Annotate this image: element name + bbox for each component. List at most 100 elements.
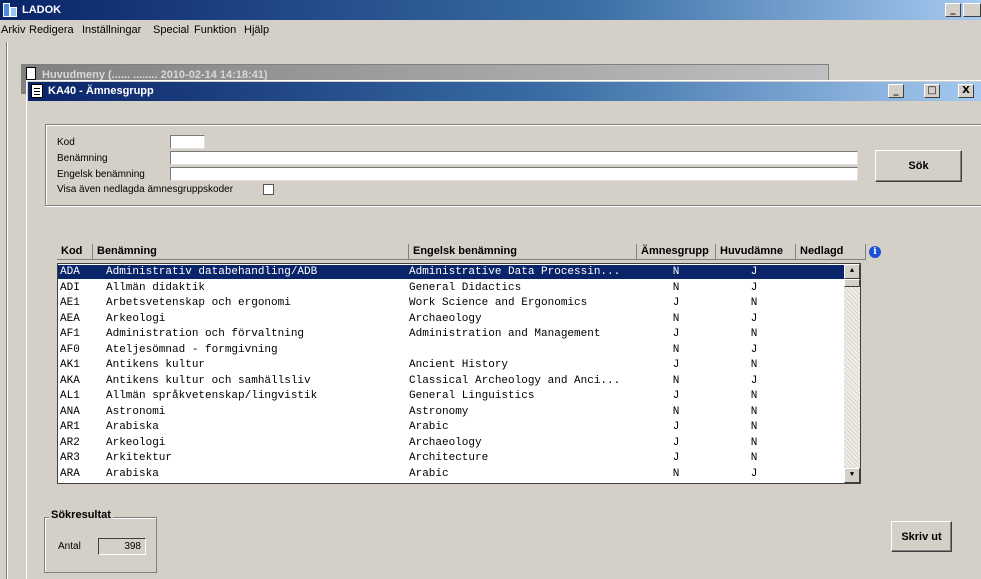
- menu-special[interactable]: Special: [153, 24, 189, 36]
- sok-button[interactable]: Sök: [875, 150, 962, 182]
- scroll-thumb[interactable]: [844, 279, 860, 287]
- cell-engelsk-benamning: Archaeology: [409, 312, 482, 325]
- cell-benamning: Arkitektur: [106, 452, 173, 464]
- sokresultat-legend: Sökresultat: [49, 509, 113, 521]
- app-minimize-button[interactable]: _: [945, 3, 961, 17]
- visa-nedlagda-label: Visa även nedlagda ämnesgruppskoder: [57, 184, 234, 195]
- table-row[interactable]: AR1 Arabiska Arabic J N: [58, 420, 845, 434]
- mdi-frame-edge: [6, 42, 8, 579]
- cell-amnesgrupp: J: [672, 452, 680, 464]
- menu-installningar[interactable]: Inställningar: [82, 24, 141, 36]
- table-row[interactable]: AE1 Arbetsvetenskap och ergonomi Work Scie…: [58, 296, 845, 310]
- cell-kod: ARA: [60, 467, 80, 480]
- cell-huvudamne: N: [750, 359, 758, 371]
- cell-kod: AEA: [60, 312, 80, 325]
- cell-huvudamne: J: [750, 467, 758, 480]
- cell-huvudamne: J: [750, 312, 758, 325]
- document-icon: [26, 67, 36, 80]
- cell-benamning: Ateljesömnad - formgivning: [106, 343, 278, 356]
- table-row[interactable]: AKA Antikens kultur och samhällsliv Classi…: [58, 374, 845, 388]
- cell-kod: AE1: [60, 297, 80, 309]
- benamning-input[interactable]: [170, 151, 858, 165]
- cell-huvudamne: N: [750, 297, 758, 309]
- table-row[interactable]: ADI Allmän didaktik General Didactics N J: [58, 281, 845, 295]
- cell-kod: AL1: [60, 390, 80, 402]
- cell-amnesgrupp: J: [672, 436, 680, 449]
- cell-engelsk-benamning: Administration and Management: [409, 328, 601, 340]
- table-row[interactable]: AK1 Antikens kultur Ancient History J N: [58, 358, 845, 372]
- cell-benamning: Arabiska: [106, 467, 159, 480]
- column-engelsk-benamning[interactable]: Engelsk benämning: [409, 244, 637, 260]
- app-title: LADOK: [22, 4, 62, 16]
- cell-kod: AR2: [60, 436, 80, 449]
- cell-benamning: Antikens kultur: [106, 359, 206, 371]
- cell-amnesgrupp: J: [672, 328, 680, 340]
- column-huvudamne[interactable]: Huvudämne: [716, 244, 796, 260]
- vertical-scrollbar[interactable]: ▲ ▼: [844, 264, 860, 483]
- cell-engelsk-benamning: Astronomy: [409, 405, 469, 418]
- window-minimize-button[interactable]: _: [888, 84, 904, 98]
- scroll-up-button[interactable]: ▲: [844, 264, 860, 279]
- cell-amnesgrupp: N: [672, 312, 680, 325]
- kod-input[interactable]: [170, 135, 205, 149]
- ka40-window: KA40 - Ämnesgrupp _ □ X Kod Benämning En…: [26, 80, 981, 579]
- cell-benamning: Arkeologi: [106, 312, 166, 325]
- window-close-button[interactable]: X: [958, 84, 974, 98]
- table-row[interactable]: ADA Administrativ databehandling/ADB Admin…: [58, 265, 845, 279]
- cell-huvudamne: N: [750, 421, 758, 433]
- cell-amnesgrupp: N: [672, 405, 680, 418]
- cell-benamning: Arabiska: [106, 421, 159, 433]
- column-nedlagd[interactable]: Nedlagd: [796, 244, 866, 260]
- cell-huvudamne: N: [750, 405, 758, 418]
- table-row[interactable]: AR2 Arkeologi Archaeology J N: [58, 436, 845, 450]
- cell-huvudamne: N: [750, 436, 758, 449]
- cell-engelsk-benamning: General Didactics: [409, 281, 522, 294]
- cell-kod: AKA: [60, 374, 80, 387]
- menu-hjalp[interactable]: Hjälp: [244, 24, 269, 36]
- table-row[interactable]: ANA Astronomi Astronomy N N: [58, 405, 845, 419]
- info-icon[interactable]: i: [869, 246, 881, 258]
- column-amnesgrupp[interactable]: Ämnesgrupp: [637, 244, 716, 260]
- column-benamning[interactable]: Benämning: [93, 244, 409, 260]
- visa-nedlagda-checkbox[interactable]: [263, 184, 274, 195]
- cell-amnesgrupp: J: [672, 297, 680, 309]
- menu-redigera[interactable]: Redigera: [29, 24, 74, 36]
- cell-kod: AK1: [60, 359, 80, 371]
- skriv-ut-button[interactable]: Skriv ut: [891, 521, 952, 552]
- table-row[interactable]: AL1 Allmän språkvetenskap/lingvistik Gener…: [58, 389, 845, 403]
- document-icon: [31, 84, 43, 98]
- menu-arkiv[interactable]: Arkiv: [1, 24, 25, 36]
- engelsk-benamning-input[interactable]: [170, 167, 858, 181]
- cell-huvudamne: J: [750, 281, 758, 294]
- app-maximize-button[interactable]: [963, 3, 981, 17]
- table-row[interactable]: AEA Arkeologi Archaeology N J: [58, 312, 845, 326]
- cell-engelsk-benamning: Ancient History: [409, 359, 509, 371]
- cell-engelsk-benamning: Administrative Data Processin...: [409, 266, 621, 278]
- cell-amnesgrupp: N: [672, 467, 680, 480]
- window-maximize-button[interactable]: □: [924, 84, 940, 98]
- cell-benamning: Administrativ databehandling/ADB: [106, 266, 318, 278]
- cell-kod: ANA: [60, 405, 80, 418]
- table-row[interactable]: AR3 Arkitektur Architecture J N: [58, 451, 845, 465]
- cell-benamning: Arkeologi: [106, 436, 166, 449]
- cell-engelsk-benamning: Work Science and Ergonomics: [409, 297, 588, 309]
- menu-funktion[interactable]: Funktion: [194, 24, 236, 36]
- amnesgrupp-table[interactable]: ARA Arabiska Arabic N J AR3 Arkitektur Architec…: [57, 263, 861, 484]
- scroll-down-button[interactable]: ▼: [844, 468, 860, 483]
- search-panel: Kod Benämning Engelsk benämning Visa äve…: [45, 124, 981, 206]
- table-row[interactable]: AF1 Administration och förvaltning Adminis…: [58, 327, 845, 341]
- column-kod[interactable]: Kod: [57, 244, 93, 260]
- cell-huvudamne: J: [750, 343, 758, 356]
- cell-benamning: Allmän språkvetenskap/lingvistik: [106, 390, 318, 402]
- cell-kod: AR3: [60, 452, 80, 464]
- table-row[interactable]: ARA Arabiska Arabic N J: [58, 467, 845, 481]
- table-row[interactable]: AF0 Ateljesömnad - formgivning N J: [58, 343, 845, 357]
- benamning-label: Benämning: [57, 153, 108, 164]
- cell-benamning: Antikens kultur och samhällsliv: [106, 374, 311, 387]
- cell-huvudamne: J: [750, 374, 758, 387]
- window-title: KA40 - Ämnesgrupp: [48, 85, 154, 97]
- kod-label: Kod: [57, 137, 75, 148]
- cell-huvudamne: N: [750, 328, 758, 340]
- cell-kod: AR1: [60, 421, 80, 433]
- cell-benamning: Allmän didaktik: [106, 281, 206, 294]
